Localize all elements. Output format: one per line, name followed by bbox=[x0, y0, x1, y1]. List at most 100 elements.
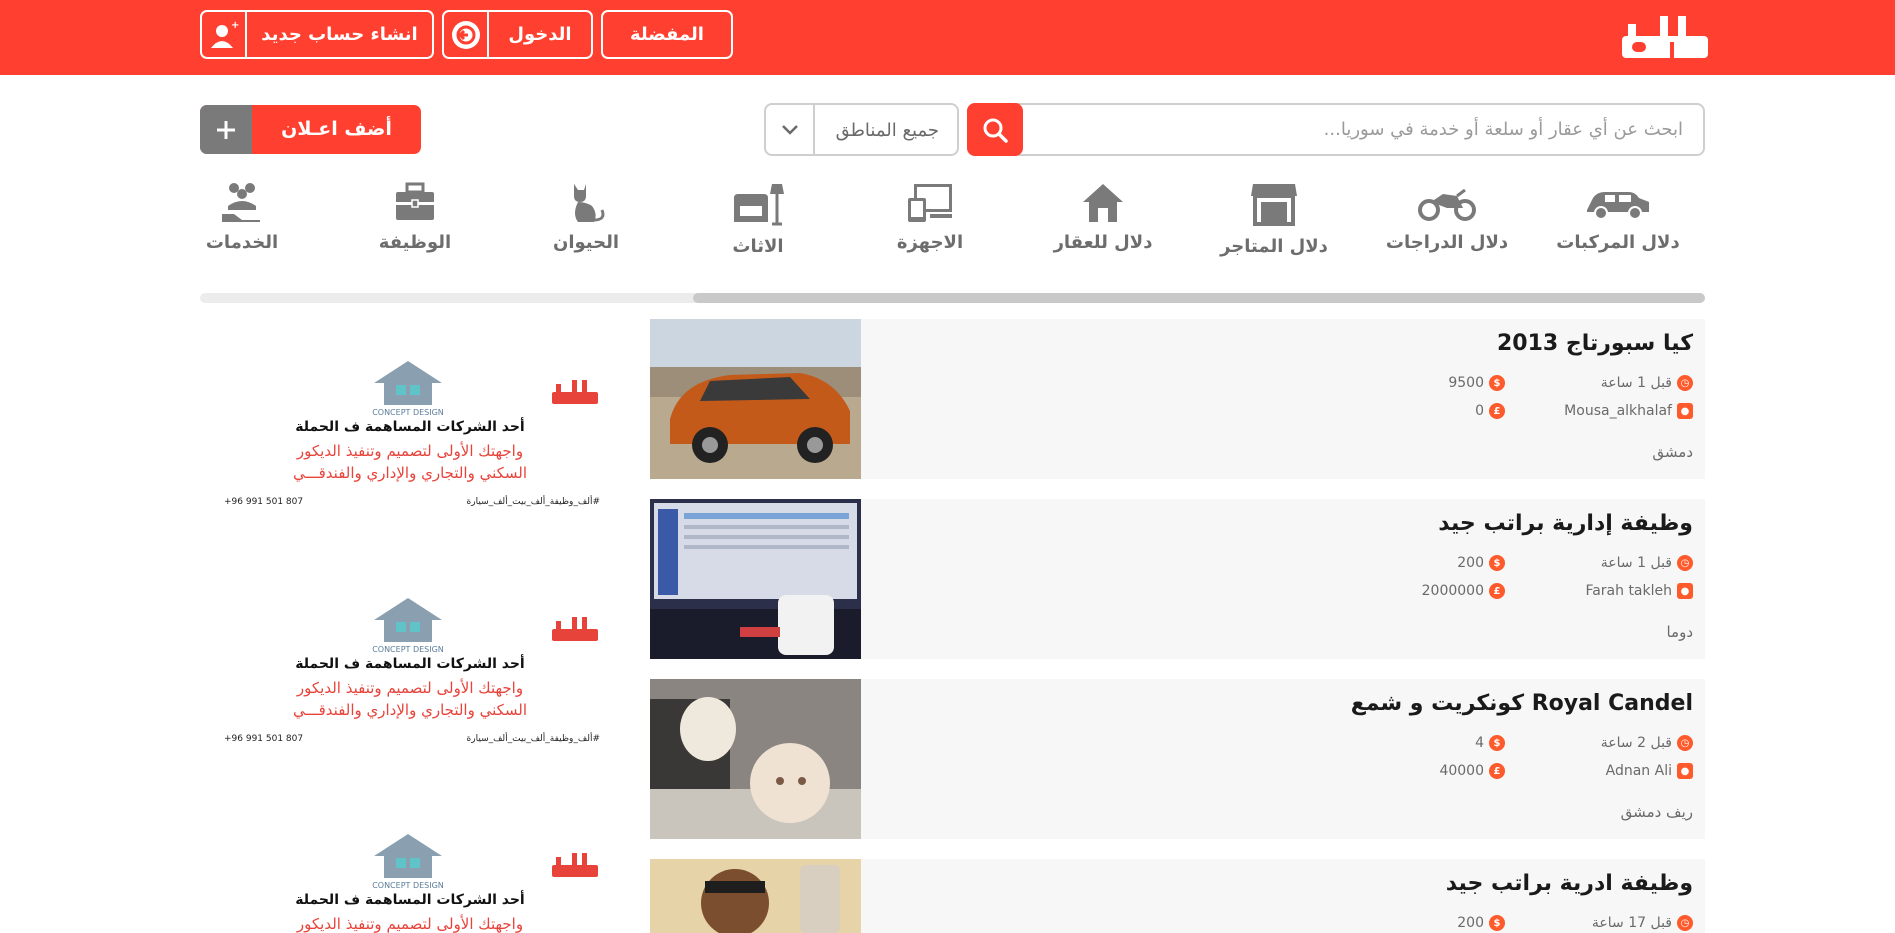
clock-icon: ◷ bbox=[1677, 375, 1693, 391]
user-text: Farah takleh bbox=[1585, 583, 1672, 599]
time-text: قبل 17 ساعة bbox=[1591, 915, 1672, 931]
listing-card[interactable]: Royal Candel كونكريت و شمع قبل 2 ساعة ◷ 4… bbox=[650, 679, 1705, 839]
dollar-icon: $ bbox=[1489, 375, 1505, 391]
views-text: 4 bbox=[1475, 735, 1484, 751]
listing-photo[interactable] bbox=[650, 319, 861, 479]
favorites-label: المفضلة bbox=[630, 24, 704, 45]
add-user-icon: + bbox=[202, 12, 247, 57]
user-icon: ● bbox=[1677, 763, 1693, 779]
ad-line: السكني والتجاري والإداري والفندقـــي bbox=[292, 464, 528, 482]
category-bikes[interactable]: دلال الدراجات bbox=[1372, 180, 1522, 253]
listing-title[interactable]: Royal Candel كونكريت و شمع bbox=[1351, 691, 1693, 716]
listing-user: Farah takleh ● bbox=[1585, 583, 1693, 599]
views-text: 200 bbox=[1457, 555, 1484, 571]
sidebar-ad[interactable]: CONCEPT DESIGN أحد الشركات المساهمة ف ال… bbox=[210, 350, 610, 530]
category-devices[interactable]: الاجهزة bbox=[855, 180, 1005, 253]
category-real-estate[interactable]: دلال للعقار bbox=[1028, 180, 1178, 253]
region-select[interactable]: جميع المناطق bbox=[764, 103, 959, 156]
ad-line: أحد الشركات المساهمة ف الحملة bbox=[295, 419, 525, 435]
svg-text:+: + bbox=[231, 20, 239, 31]
category-label: الوظيفة bbox=[378, 232, 452, 253]
category-furniture[interactable]: الاثاث bbox=[683, 180, 833, 257]
dollar-icon: $ bbox=[1489, 915, 1505, 931]
listing-time: قبل 17 ساعة ◷ bbox=[1592, 915, 1693, 931]
price-text: 40000 bbox=[1439, 763, 1484, 779]
search-button[interactable] bbox=[967, 103, 1023, 156]
listing-title[interactable]: كيا سبورتاج 2013 bbox=[1497, 331, 1693, 356]
ad-line: واجهتك الأولى لتصميم وتنفيذ الديكور bbox=[296, 442, 524, 460]
views-text: 200 bbox=[1457, 915, 1484, 931]
ad-tags: #ألف_وظيفة_ألف_بيت_ألف_سيارة bbox=[466, 734, 600, 744]
category-animals[interactable]: الحيوان bbox=[511, 180, 661, 253]
pound-icon: £ bbox=[1489, 583, 1505, 599]
add-ad-button[interactable]: أضف اعـلان bbox=[200, 105, 421, 154]
category-label: الاجهزة bbox=[896, 232, 964, 253]
listing-location: دمشق bbox=[1652, 443, 1693, 461]
ad-brand-house-icon: CONCEPT DESIGN bbox=[368, 355, 448, 423]
pound-icon: £ bbox=[1489, 403, 1505, 419]
listing-card[interactable]: وظيفة إدارية براتب جيد قبل 1 ساعة ◷ 200 $ … bbox=[650, 499, 1705, 659]
listing-views: 200 $ bbox=[1457, 915, 1505, 931]
category-services[interactable]: الخدمات bbox=[167, 180, 317, 253]
signup-button[interactable]: + انشاء حساب جديد bbox=[200, 10, 434, 59]
search-placeholder: ابحث عن أي عقار أو سلعة أو خدمة في سوريا… bbox=[1323, 119, 1683, 140]
category-vehicles[interactable]: دلال المركبات bbox=[1543, 180, 1693, 253]
listing-photo[interactable] bbox=[650, 499, 861, 659]
user-text: Adnan Ali bbox=[1605, 763, 1672, 779]
listing-location: ريف دمشق bbox=[1620, 803, 1693, 821]
dallal-logo[interactable] bbox=[1622, 14, 1708, 60]
motorcycle-icon bbox=[1418, 188, 1476, 221]
category-label: الحيوان bbox=[552, 232, 620, 253]
listing-card[interactable]: كيا سبورتاج 2013 قبل 1 ساعة ◷ 9500 $ Mousa… bbox=[650, 319, 1705, 479]
listing-time: قبل 2 ساعة ◷ bbox=[1601, 735, 1693, 751]
user-text: Mousa_alkhalaf bbox=[1564, 403, 1672, 419]
region-label: جميع المناطق bbox=[835, 120, 939, 141]
login-button[interactable]: الدخول bbox=[442, 10, 593, 59]
signup-label: انشاء حساب جديد bbox=[261, 24, 418, 45]
ad-logo bbox=[552, 853, 598, 883]
listing-card[interactable]: وظيفة ادرية براتب جيد قبل 17 ساعة ◷ 200 $ bbox=[650, 859, 1705, 933]
ad-phone: +96 991 501 807 bbox=[224, 497, 304, 507]
listing-user: Mousa_alkhalaf ● bbox=[1564, 403, 1693, 419]
listing-photo[interactable] bbox=[650, 859, 861, 933]
views-text: 9500 bbox=[1448, 375, 1484, 391]
listing-title[interactable]: وظيفة ادرية براتب جيد bbox=[1446, 871, 1693, 896]
sidebar-ad[interactable]: CONCEPT DESIGN أحد الشركات المساهمة ف ال… bbox=[210, 823, 610, 933]
clock-icon: ◷ bbox=[1677, 735, 1693, 751]
ad-phone: +96 991 501 807 bbox=[224, 734, 304, 744]
briefcase-icon bbox=[396, 182, 434, 220]
ad-logo bbox=[552, 617, 598, 647]
sofa-lamp-icon bbox=[734, 184, 784, 226]
ad-line: واجهتك الأولى لتصميم وتنفيذ الديكور bbox=[296, 915, 524, 933]
category-stores[interactable]: دلال المتاجر bbox=[1199, 180, 1349, 257]
ad-brand-house-icon: CONCEPT DESIGN bbox=[368, 592, 448, 660]
ad-brand: CONCEPT DESIGN bbox=[372, 408, 444, 417]
listing-views: 9500 $ bbox=[1448, 375, 1505, 391]
listing-time: قبل 1 ساعة ◷ bbox=[1601, 555, 1693, 571]
login-label: الدخول bbox=[508, 24, 572, 45]
people-hand-icon bbox=[222, 183, 260, 222]
favorites-button[interactable]: المفضلة bbox=[601, 10, 733, 59]
user-icon: ● bbox=[1677, 403, 1693, 419]
listing-title[interactable]: وظيفة إدارية براتب جيد bbox=[1438, 511, 1693, 536]
listing-views: 200 $ bbox=[1457, 555, 1505, 571]
listing-photo[interactable] bbox=[650, 679, 861, 839]
category-label: دلال للعقار bbox=[1053, 232, 1153, 253]
price-text: 2000000 bbox=[1421, 583, 1484, 599]
search-input[interactable]: ابحث عن أي عقار أو سلعة أو خدمة في سوريا… bbox=[967, 103, 1705, 156]
ad-line: أحد الشركات المساهمة ف الحملة bbox=[295, 656, 525, 672]
time-text: قبل 2 ساعة bbox=[1600, 735, 1672, 751]
clock-icon: ◷ bbox=[1677, 555, 1693, 571]
sidebar-ad[interactable]: CONCEPT DESIGN أحد الشركات المساهمة ف ال… bbox=[210, 587, 610, 767]
ad-line: واجهتك الأولى لتصميم وتنفيذ الديكور bbox=[296, 679, 524, 697]
car-icon bbox=[1587, 192, 1649, 220]
login-icon bbox=[444, 12, 489, 57]
time-text: قبل 1 ساعة bbox=[1600, 375, 1672, 391]
ad-line: السكني والتجاري والإداري والفندقـــي bbox=[292, 701, 528, 719]
price-text: 0 bbox=[1475, 403, 1484, 419]
category-scrollbar-thumb[interactable] bbox=[693, 293, 1705, 303]
category-jobs[interactable]: الوظيفة bbox=[340, 180, 490, 253]
devices-icon bbox=[908, 184, 952, 222]
top-bar: المفضلة الدخول + انشاء حساب جديد bbox=[0, 0, 1895, 75]
listing-price: 40000 £ bbox=[1439, 763, 1505, 779]
